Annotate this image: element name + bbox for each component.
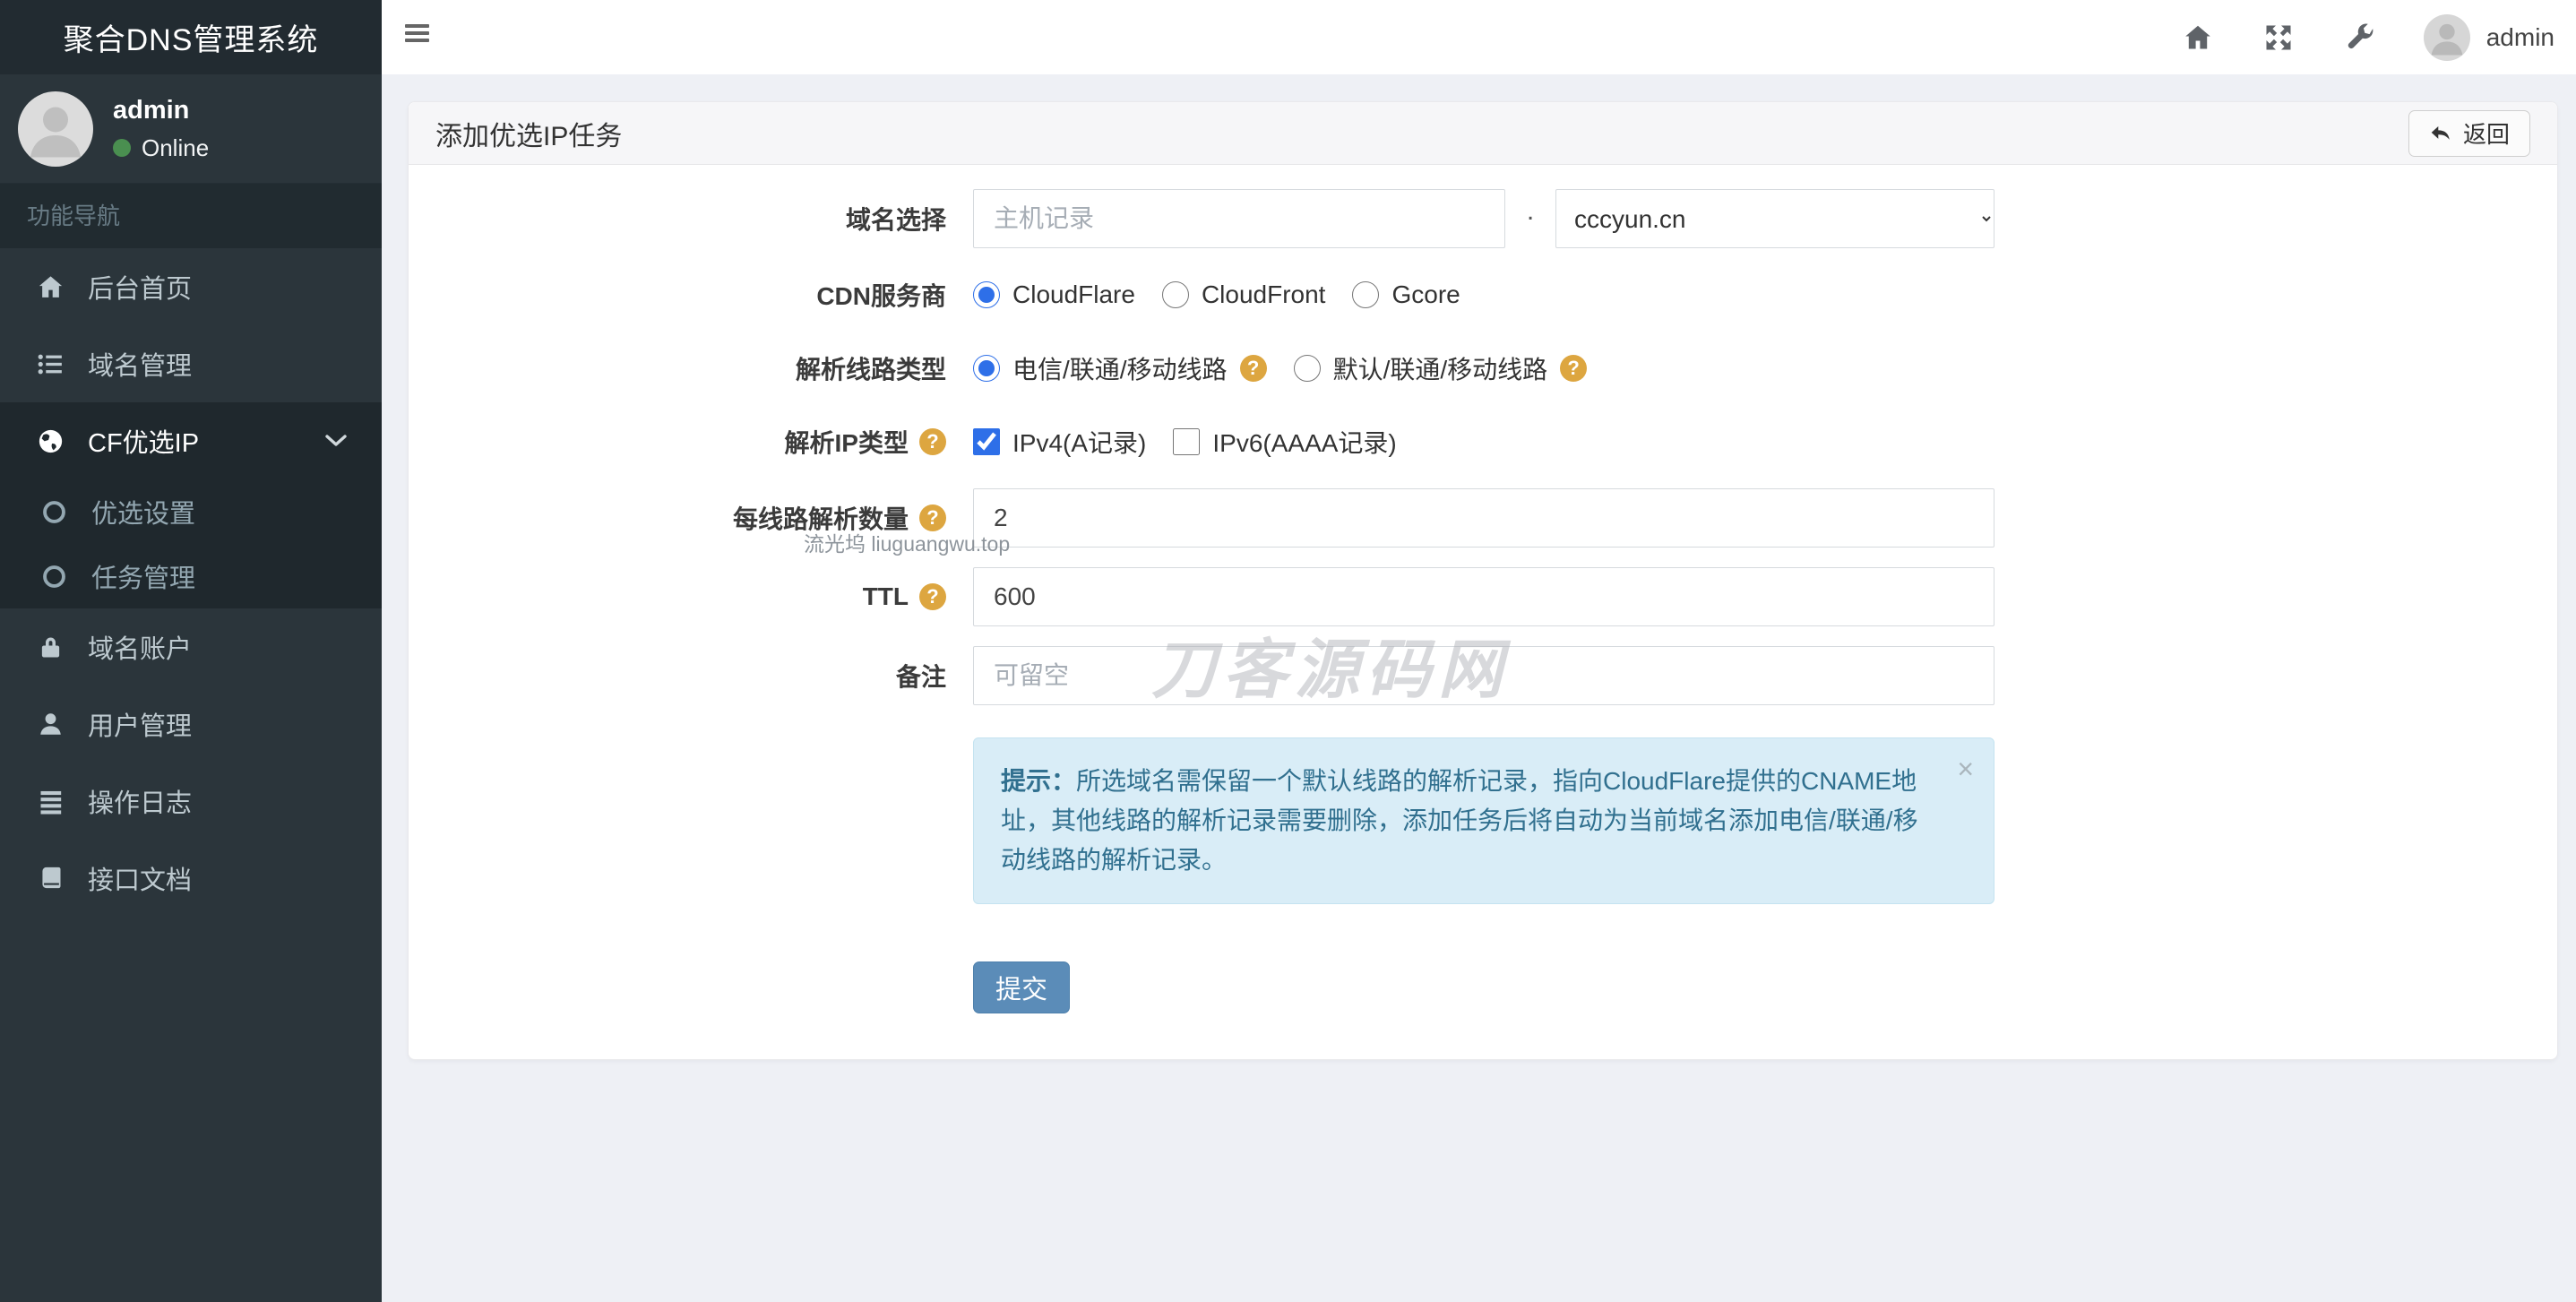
sidebar-toggle-button[interactable] (405, 24, 429, 46)
form-row-cdn: CDN服务商 CloudFlare CloudFront Gcore (409, 268, 2557, 322)
line-type-label: 解析线路类型 (795, 356, 946, 384)
alert-text: 所选域名需保留一个默认线路的解析记录，指向CloudFlare提供的CNAME地… (1001, 767, 1918, 874)
sidebar-item-domain-accounts[interactable]: 域名账户 (0, 608, 382, 685)
user-icon (32, 710, 68, 739)
sidebar-subitem-label: 优选设置 (91, 500, 196, 529)
panel-body: 域名选择 . cccyun.cn CDN服务商 CloudFlare Cloud… (409, 165, 2557, 1013)
sidebar-subitem-task-management[interactable]: 任务管理 (0, 544, 382, 608)
line-type-option-isp[interactable]: 电信/联通/移动线路 ? (973, 350, 1267, 386)
sidebar-user-panel: admin Online (0, 74, 382, 184)
sidebar-item-logs[interactable]: 操作日志 (0, 763, 382, 840)
back-button-label: 返回 (2462, 121, 2510, 148)
back-button[interactable]: 返回 (2408, 109, 2530, 157)
sidebar-username: admin (113, 95, 190, 125)
help-icon[interactable]: ? (1560, 355, 1588, 382)
watermark-large: 刀客源码网 (1151, 634, 1511, 706)
domain-label: 域名选择 (845, 206, 946, 234)
isp-line-radio[interactable] (973, 355, 1000, 382)
chevron-down-icon (324, 434, 348, 448)
page-title: 添加优选IP任务 (435, 121, 623, 151)
panel-header: 添加优选IP任务 返回 (409, 102, 2557, 165)
sidebar-item-label: 接口文档 (88, 867, 193, 895)
alert-prefix: 提示： (1001, 767, 1077, 795)
book-icon (32, 864, 68, 893)
cdn-option-gcore[interactable]: Gcore (1352, 280, 1460, 309)
watermark-small: 流光坞 liuguangwu.top (804, 532, 1011, 556)
line-type-option-default[interactable]: 默认/联通/移动线路 ? (1293, 350, 1588, 386)
form-row-per-line: 每线路解析数量 ? (409, 488, 2557, 548)
avatar (18, 91, 93, 167)
sidebar-item-label: 操作日志 (88, 789, 193, 818)
online-status-label: Online (142, 134, 210, 161)
cloudflare-radio[interactable] (973, 281, 1000, 308)
ipv4-checkbox[interactable] (973, 428, 1000, 455)
sidebar-nav-header: 功能导航 (0, 184, 382, 248)
per-line-count-input[interactable] (973, 488, 1994, 548)
sidebar-subitem-label: 任务管理 (91, 565, 196, 593)
help-icon[interactable]: ? (1239, 355, 1267, 382)
sidebar-item-api-docs[interactable]: 接口文档 (0, 840, 382, 917)
circle-icon (36, 562, 72, 591)
help-icon[interactable]: ? (919, 428, 946, 455)
sidebar-item-domains[interactable]: 域名管理 (0, 325, 382, 402)
close-icon[interactable]: × (1957, 754, 1974, 783)
home-icon[interactable] (2182, 22, 2214, 54)
sidebar-item-label: 域名管理 (88, 352, 193, 381)
globe-icon (32, 427, 68, 456)
cdn-option-cloudfront[interactable]: CloudFront (1161, 280, 1325, 309)
help-icon[interactable]: ? (919, 583, 946, 610)
sidebar-item-label: 用户管理 (88, 712, 193, 741)
ipv6-checkbox[interactable] (1173, 428, 1201, 455)
submit-button[interactable]: 提交 (973, 961, 1071, 1013)
sidebar-item-label: 域名账户 (88, 635, 193, 664)
reply-arrow-icon (2431, 125, 2450, 140)
sidebar-treeview-cf-ip: CF优选IP 优选设置 任务管理 (0, 402, 382, 608)
topbar-right: admin (2182, 0, 2554, 74)
ip-type-option-ipv6[interactable]: IPv6(AAAA记录) (1173, 424, 1397, 460)
sidebar-item-users[interactable]: 用户管理 (0, 685, 382, 763)
log-list-icon (32, 787, 68, 816)
ip-type-option-ipv4[interactable]: IPv4(A记录) (973, 424, 1146, 460)
sidebar-item-label: CF优选IP (88, 429, 200, 458)
sidebar-menu: 后台首页 域名管理 CF优选IP 优选设置 任务管理 域名账户 用户管理 操作日… (0, 248, 382, 917)
fullscreen-icon[interactable] (2262, 22, 2295, 54)
wrench-icon[interactable] (2343, 22, 2375, 54)
sidebar-user-status: Online (113, 134, 209, 162)
sidebar-subitem-preferred-settings[interactable]: 优选设置 (0, 479, 382, 544)
sidebar-item-label: 后台首页 (88, 275, 193, 304)
home-icon (32, 272, 68, 302)
topbar: admin (382, 0, 2576, 74)
lock-icon (32, 633, 68, 662)
form-row-domain: 域名选择 . cccyun.cn (409, 189, 2557, 248)
host-record-input[interactable] (973, 189, 1505, 248)
default-line-radio[interactable] (1293, 355, 1321, 382)
form-row-ip-type: 解析IP类型 ? IPv4(A记录) IPv6(AAAA记录) (409, 415, 2557, 469)
sidebar-item-cf-ip[interactable]: CF优选IP (0, 402, 382, 479)
add-task-panel: 添加优选IP任务 返回 域名选择 . cccyun.cn CDN服务商 (408, 101, 2558, 1060)
app-title: 聚合DNS管理系统 (0, 0, 382, 74)
topbar-username[interactable]: admin (2486, 23, 2554, 52)
avatar[interactable] (2423, 13, 2470, 61)
remark-label: 备注 (895, 663, 946, 691)
ip-type-label: 解析IP类型 ? (409, 424, 973, 460)
cdn-label: CDN服务商 (816, 282, 946, 310)
gcore-radio[interactable] (1352, 281, 1380, 308)
online-status-dot (113, 139, 131, 157)
domain-select[interactable]: cccyun.cn (1555, 189, 1994, 248)
info-alert: 提示：所选域名需保留一个默认线路的解析记录，指向CloudFlare提供的CNA… (973, 737, 1994, 904)
cloudfront-radio[interactable] (1161, 281, 1189, 308)
sidebar: 聚合DNS管理系统 admin Online 功能导航 后台首页 域名管理 CF… (0, 0, 382, 1302)
sidebar-item-dashboard[interactable]: 后台首页 (0, 248, 382, 325)
domain-separator: . (1526, 196, 1535, 226)
list-icon (32, 349, 68, 379)
form-row-line-type: 解析线路类型 电信/联通/移动线路 ? 默认/联通/移动线路 ? (409, 341, 2557, 395)
cdn-option-cloudflare[interactable]: CloudFlare (973, 280, 1135, 309)
ttl-label: TTL ? (409, 582, 973, 611)
circle-icon (36, 497, 72, 527)
